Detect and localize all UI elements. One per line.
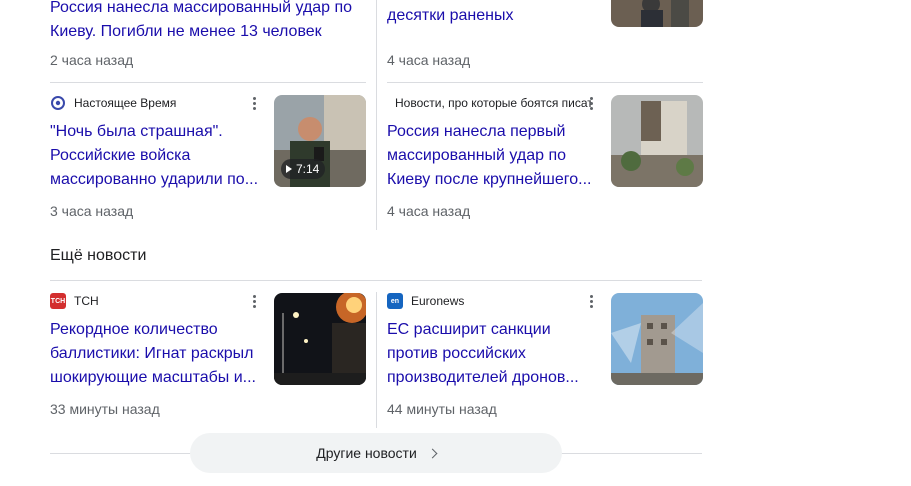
- news-title[interactable]: Россия нанесла массированный удар по Кие…: [50, 0, 366, 44]
- news-thumbnail[interactable]: 7:14: [274, 95, 366, 187]
- news-thumbnail[interactable]: [611, 95, 703, 187]
- column-divider-bottom: [376, 292, 377, 428]
- news-card[interactable]: Настоящее Время "Ночь была страшная". Ро…: [50, 95, 366, 231]
- news-title[interactable]: Рекордное количество баллистики: Игнат р…: [50, 318, 264, 390]
- section-title: Ещё новости: [50, 247, 147, 264]
- row-divider-1-right: [387, 82, 703, 83]
- news-time: 2 часа назад: [50, 52, 134, 68]
- play-icon: [286, 165, 292, 173]
- news-time: 33 минуты назад: [50, 401, 160, 417]
- more-options-icon[interactable]: [248, 94, 260, 112]
- news-title[interactable]: ЕС расширит санкции против российских пр…: [387, 318, 601, 390]
- news-time: 44 минуты назад: [387, 401, 497, 417]
- news-card[interactable]: Новости, про которые боятся писать Росси…: [387, 95, 703, 231]
- column-divider-top: [376, 0, 377, 230]
- chevron-right-icon: [427, 448, 438, 458]
- news-title[interactable]: десятки раненых: [387, 4, 601, 28]
- euronews-logo: en: [387, 293, 403, 309]
- news-source: ТСН ТСН: [50, 293, 99, 309]
- news-source: Настоящее Время: [50, 95, 262, 111]
- news-card[interactable]: en Euronews ЕС расширит санкции против р…: [387, 293, 703, 429]
- news-title[interactable]: "Ночь была страшная". Российские войска …: [50, 120, 264, 192]
- section-divider: [50, 280, 702, 281]
- more-options-icon[interactable]: [585, 94, 597, 112]
- news-thumbnail[interactable]: [611, 293, 703, 385]
- tsn-logo: ТСН: [50, 293, 66, 309]
- news-card[interactable]: ТСН ТСН Рекордное количество баллистики:…: [50, 293, 366, 429]
- row-divider-1-left: [50, 82, 366, 83]
- more-options-icon[interactable]: [585, 292, 597, 310]
- more-options-icon[interactable]: [248, 292, 260, 310]
- nastoyashchee-vremya-logo: [50, 95, 66, 111]
- news-card-partial-right[interactable]: десятки раненых 4 часа назад: [387, 0, 703, 88]
- news-thumbnail[interactable]: [611, 0, 703, 27]
- news-source: en Euronews: [387, 293, 599, 309]
- more-news-label: Другие новости: [316, 445, 417, 461]
- news-time: 4 часа назад: [387, 52, 471, 68]
- news-title[interactable]: Россия нанесла первый массированный удар…: [387, 120, 601, 192]
- news-thumbnail[interactable]: [274, 293, 366, 385]
- news-source: Новости, про которые боятся писать: [395, 96, 591, 110]
- news-card-partial-left[interactable]: Россия нанесла массированный удар по Кие…: [50, 0, 366, 88]
- news-time: 4 часа назад: [387, 203, 471, 219]
- video-duration: 7:14: [281, 159, 326, 179]
- news-time: 3 часа назад: [50, 203, 134, 219]
- more-news-button[interactable]: Другие новости: [190, 433, 562, 473]
